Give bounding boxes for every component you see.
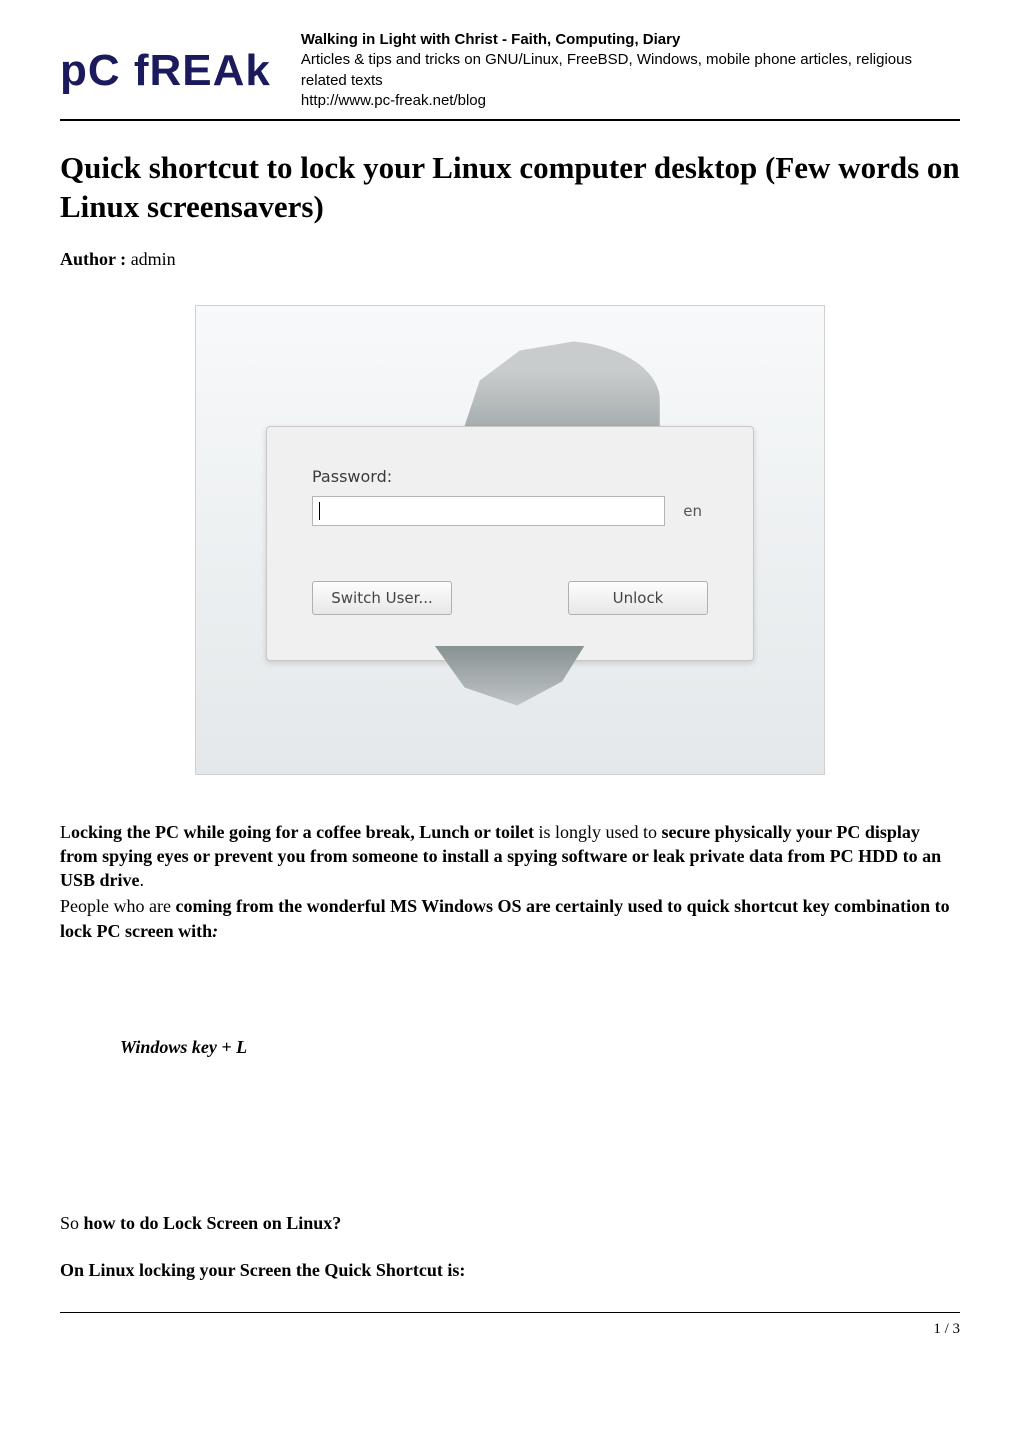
spacer [60,945,960,1035]
switch-user-button[interactable]: Switch User... [312,581,452,615]
text: L [60,822,71,842]
paragraph-3: So how to do Lock Screen on Linux? [60,1211,960,1235]
blank-line [60,1238,960,1256]
text-bold: ocking the PC while going for a coffee b… [71,822,534,842]
spacer [60,1061,960,1211]
page-header: pC fREAk Walking in Light with Christ - … [60,30,960,121]
site-subtitle: Articles & tips and tricks on GNU/Linux,… [301,50,960,91]
button-row: Switch User... Unlock [312,581,708,615]
background-shade-bottom [435,646,585,706]
text-cursor-icon [319,502,320,520]
paragraph-2: People who are coming from the wonderful… [60,894,960,943]
windows-shortcut: Windows key + L [120,1037,247,1057]
text: . [140,870,145,890]
text-bold: how to do Lock Screen on Linux? [84,1213,342,1233]
password-input[interactable] [312,496,665,526]
password-row: en [312,496,708,526]
shortcut-line: Windows key + L [120,1035,960,1059]
text: is longly used to [534,822,662,842]
logo-text: pC fREAk [60,46,271,95]
unlock-panel: Password: en Switch User... Unlock [266,426,754,661]
text-bold: coming from the wonderful MS Windows OS … [60,896,950,940]
page-number: 1 / 3 [933,1321,960,1337]
site-url: http://www.pc-freak.net/blog [301,91,960,111]
author-line: Author : admin [60,249,960,270]
embedded-screenshot: Password: en Switch User... Unlock [60,305,960,775]
text: People who are [60,896,175,916]
paragraph-1: Locking the PC while going for a coffee … [60,820,960,893]
author-label: Author : [60,249,131,269]
paragraph-4: On Linux locking your Screen the Quick S… [60,1258,960,1282]
text-bold: On Linux locking your Screen the Quick S… [60,1260,465,1280]
site-title: Walking in Light with Christ - Faith, Co… [301,30,960,50]
password-label: Password: [312,467,708,486]
unlock-button[interactable]: Unlock [568,581,708,615]
article-body: Locking the PC while going for a coffee … [60,820,960,1282]
header-meta: Walking in Light with Christ - Faith, Co… [301,30,960,111]
logo: pC fREAk [60,46,271,96]
article-title: Quick shortcut to lock your Linux comput… [60,149,960,227]
page-footer: 1 / 3 [60,1312,960,1338]
lock-screen: Password: en Switch User... Unlock [195,305,825,775]
text: So [60,1213,84,1233]
author-name: admin [131,249,176,269]
text-bold-italic: : [212,921,218,941]
keyboard-language-indicator[interactable]: en [683,502,708,520]
